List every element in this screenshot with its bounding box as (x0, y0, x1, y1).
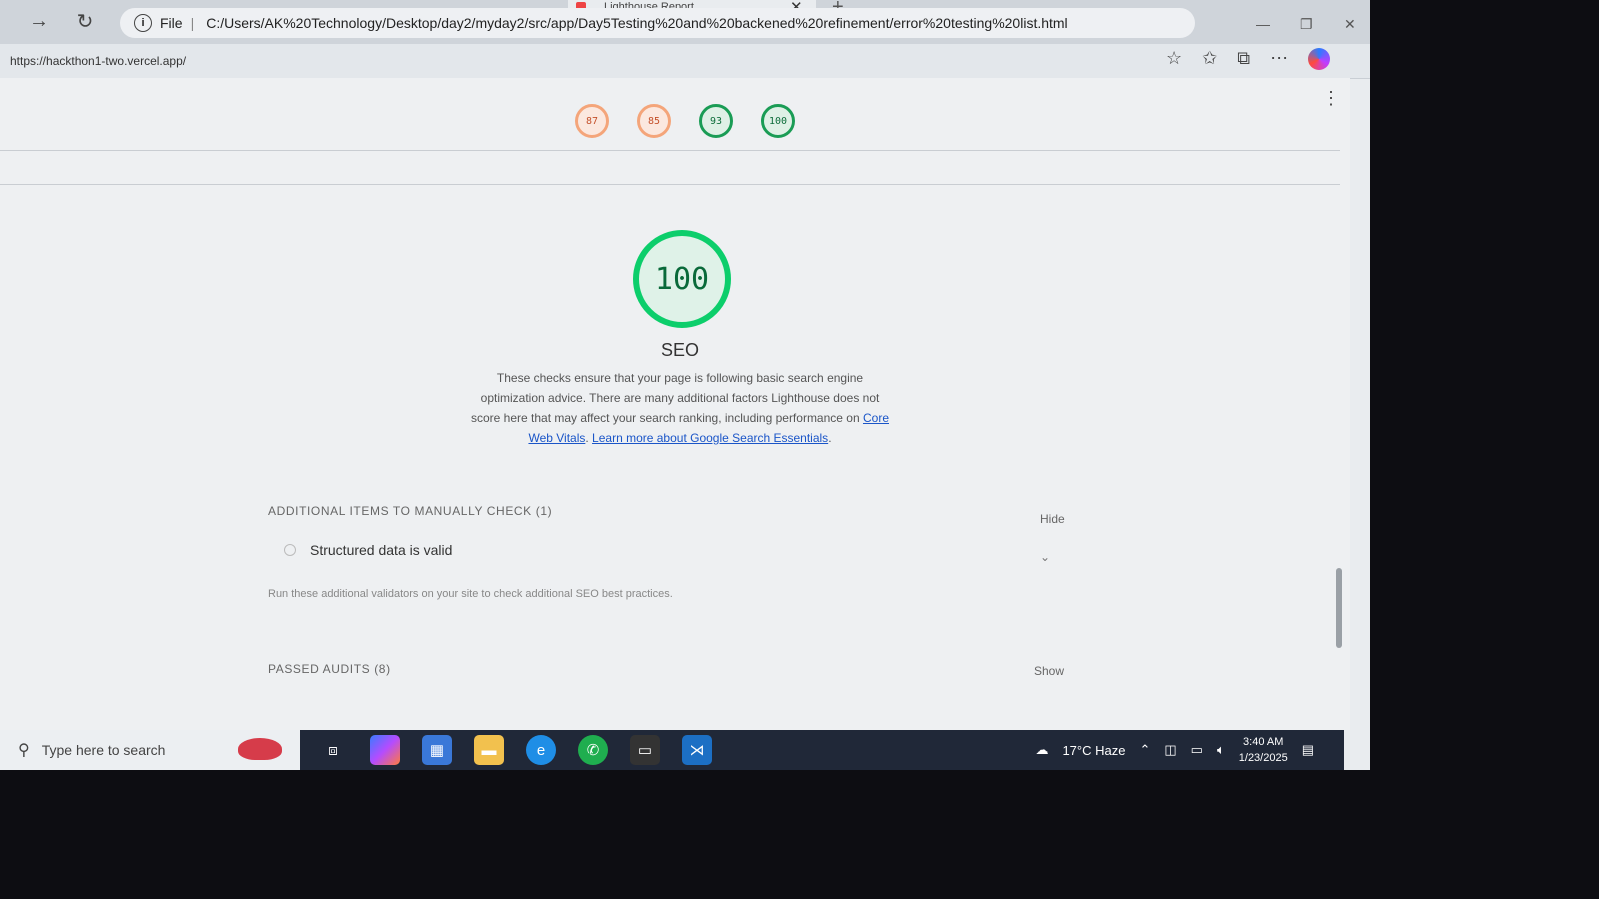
screen: → ↻ Lighthouse Report ✕ + — ❐ ✕ i File |… (0, 0, 1370, 770)
restore-icon[interactable]: ❐ (1300, 16, 1313, 33)
copilot-taskbar-icon[interactable] (370, 735, 400, 765)
battery-icon[interactable]: ▭ (1191, 742, 1203, 758)
search-highlight-icon (238, 738, 282, 760)
score-gauges: 87 85 93 100 (0, 104, 1360, 138)
store-icon[interactable]: ▦ (422, 735, 452, 765)
google-search-essentials-link[interactable]: Learn more about Google Search Essential… (592, 431, 828, 445)
weather-icon: ☁ (1035, 742, 1049, 757)
clock[interactable]: 3:40 AM 1/23/2025 (1239, 734, 1288, 766)
page-scrollbar[interactable] (1336, 568, 1342, 648)
edge-icon[interactable]: e (526, 735, 556, 765)
terminal-icon[interactable]: ▭ (630, 735, 660, 765)
address-text[interactable]: C:/Users/AK%20Technology/Desktop/day2/my… (206, 15, 1067, 31)
notification-icon[interactable]: ▤ (1302, 742, 1314, 758)
page-url-strip: https://hackthon1-two.vercel.app/ (0, 44, 1370, 79)
seo-description: These checks ensure that your page is fo… (470, 368, 890, 448)
info-icon[interactable]: i (134, 14, 152, 32)
seo-score-gauge: 100 (633, 230, 731, 328)
manual-check-hide-toggle[interactable]: Hide (1040, 512, 1065, 526)
volume-icon[interactable]: 🔈︎ (1217, 742, 1225, 758)
search-icon: ⚲ (18, 742, 30, 759)
network-icon[interactable]: ◫ (1164, 742, 1176, 758)
header-divider (0, 150, 1340, 151)
collections-icon[interactable]: ⧉ (1237, 48, 1250, 70)
task-view-icon[interactable]: ⧈ (318, 735, 348, 765)
score-gauge-4[interactable]: 100 (761, 104, 795, 138)
manual-check-note: Run these additional validators on your … (268, 588, 673, 600)
header-divider-2 (0, 184, 1340, 185)
file-explorer-icon[interactable]: ▬ (474, 735, 504, 765)
clock-date: 1/23/2025 (1238, 752, 1288, 764)
chevron-down-icon[interactable]: ⌄ (1040, 550, 1050, 564)
system-tray: ☁ 17°C Haze ⌃ ◫ ▭ 🔈︎ 3:40 AM 1/23/2025 ▤ (1035, 730, 1314, 770)
tray-chevron-up-icon[interactable]: ⌃ (1139, 742, 1150, 758)
address-bar[interactable]: i File | C:/Users/AK%20Technology/Deskto… (120, 8, 1195, 38)
copilot-icon[interactable] (1308, 48, 1331, 70)
more-options-icon[interactable]: ⋯ (1270, 48, 1288, 70)
vscode-icon[interactable]: ⋊ (682, 735, 712, 765)
taskbar-apps: ⧈ ▦ ▬ e ✆ ▭ ⋊ (318, 735, 712, 765)
address-scheme: File (160, 15, 183, 31)
score-gauge-3[interactable]: 93 (699, 104, 733, 138)
refresh-icon[interactable]: ↻ (68, 4, 102, 38)
page-url: https://hackthon1-two.vercel.app/ (10, 54, 187, 68)
audit-title: Structured data is valid (310, 542, 453, 558)
report-menu-icon[interactable]: ⋮ (1322, 88, 1340, 109)
seo-desc-text-3: . (828, 431, 832, 445)
windows-taskbar: ⚲ Type here to search ⧈ ▦ ▬ e ✆ ▭ ⋊ ☁ 17… (0, 730, 1344, 770)
clock-time: 3:40 AM (1243, 736, 1284, 748)
favorite-star-icon[interactable]: ☆ (1166, 48, 1182, 70)
audit-structured-data[interactable]: Structured data is valid (284, 542, 452, 558)
score-gauge-1[interactable]: 87 (575, 104, 609, 138)
whatsapp-icon[interactable]: ✆ (578, 735, 608, 765)
forward-icon[interactable]: → (22, 4, 56, 38)
favorites-icon[interactable]: ✩ (1202, 48, 1217, 70)
lighthouse-report-page: 87 85 93 100 ⋮ 100 SEO These checks ensu… (0, 78, 1350, 730)
browser-toolbar: ☆ ✩ ⧉ ⋯ (1166, 48, 1331, 70)
minimize-icon[interactable]: — (1256, 16, 1270, 32)
seo-category-title: SEO (660, 340, 699, 360)
manual-check-header[interactable]: ADDITIONAL ITEMS TO MANUALLY CHECK (1) (268, 504, 552, 518)
audit-status-icon (284, 544, 296, 556)
address-separator: | (190, 15, 195, 31)
passed-audits-show-toggle[interactable]: Show (1034, 664, 1064, 678)
taskbar-search[interactable]: ⚲ Type here to search (0, 730, 300, 770)
passed-audits-header[interactable]: PASSED AUDITS (8) (268, 662, 391, 676)
weather-text[interactable]: 17°C Haze (1062, 743, 1125, 758)
taskbar-search-placeholder: Type here to search (41, 742, 166, 758)
window-close-icon[interactable]: ✕ (1344, 16, 1356, 33)
seo-desc-text-1: These checks ensure that your page is fo… (470, 371, 880, 425)
score-gauge-2[interactable]: 85 (637, 104, 671, 138)
